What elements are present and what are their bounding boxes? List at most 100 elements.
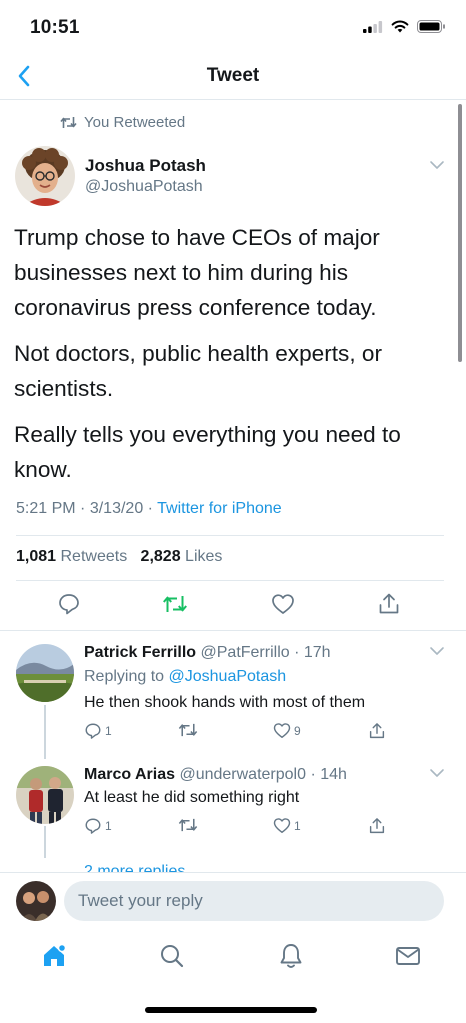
- tweet-time: 5:21 PM: [16, 500, 76, 517]
- retweets-label: Retweets: [60, 548, 128, 565]
- reply-text: At least he did something right: [84, 789, 300, 806]
- author-name[interactable]: Joshua Potash: [85, 156, 206, 176]
- tab-bar: [0, 930, 466, 984]
- retweets-count: 1,081: [16, 548, 57, 565]
- meta-separator: ·: [80, 500, 90, 517]
- reply-input[interactable]: [64, 881, 444, 921]
- search-icon: [161, 945, 184, 968]
- reply-avatar[interactable]: [16, 644, 74, 702]
- more-replies-link[interactable]: 2 more replies: [84, 860, 185, 872]
- heart-icon: [272, 594, 294, 614]
- reply-count: 1: [105, 724, 112, 738]
- reply-author-name[interactable]: Patrick Ferrillo: [84, 644, 196, 661]
- retweet-context-label: You Retweeted: [84, 114, 186, 131]
- tweet-meta: 5:21 PM · 3/13/20 · Twitter for iPhone: [16, 500, 282, 518]
- divider: [16, 535, 444, 536]
- tweet-stats: 1,081 Retweets 2,828 Likes: [16, 548, 222, 566]
- battery-icon: [417, 20, 445, 33]
- retweet-icon: [178, 818, 198, 832]
- tweet-actions: [0, 590, 466, 620]
- like-count: 9: [294, 723, 301, 738]
- like-button[interactable]: [269, 590, 297, 618]
- share-button[interactable]: [368, 722, 386, 740]
- retweet-button[interactable]: [178, 817, 201, 833]
- reply-avatar[interactable]: [16, 766, 74, 824]
- replying-to: Replying to @JoshuaPotash: [84, 668, 286, 686]
- share-icon: [379, 593, 399, 614]
- like-button[interactable]: 9: [273, 722, 301, 739]
- retweet-icon: [178, 723, 198, 737]
- reply-options-button[interactable]: [428, 766, 446, 784]
- tweet-paragraph: Not doctors, public health experts, or s…: [14, 341, 382, 401]
- reply-dot: ·: [289, 644, 304, 661]
- reply-actions: 1 1: [84, 817, 394, 841]
- tab-messages[interactable]: [394, 942, 422, 970]
- retweet-context: You Retweeted: [60, 114, 185, 131]
- wifi-icon: [391, 20, 409, 33]
- reply-dot: ·: [306, 766, 321, 783]
- status-bar: 10:51: [0, 0, 466, 52]
- reply-icon: [59, 594, 79, 615]
- reply-time: 14h: [320, 766, 347, 783]
- author-handle[interactable]: @JoshuaPotash: [85, 178, 203, 196]
- tab-notifications[interactable]: [277, 942, 305, 970]
- share-button[interactable]: [375, 590, 403, 618]
- divider: [16, 580, 444, 581]
- share-icon: [369, 818, 385, 834]
- replying-to-prefix: Replying to: [84, 668, 165, 685]
- tweet-paragraph: Really tells you everything you need to …: [14, 422, 401, 482]
- chevron-down-icon: [430, 161, 444, 169]
- heart-icon: [273, 723, 291, 738]
- tweet-text: Trump chose to have CEOs of major busine…: [14, 220, 450, 498]
- reply-icon: [85, 723, 101, 739]
- nav-bar: Tweet: [0, 52, 466, 100]
- reply-text: He then shook hands with most of them: [84, 694, 366, 711]
- reply-button[interactable]: 1: [84, 817, 112, 835]
- home-indicator[interactable]: [145, 1007, 317, 1013]
- messages-icon: [396, 947, 420, 965]
- heart-icon: [273, 818, 291, 833]
- retweet-button[interactable]: [161, 590, 189, 618]
- share-button[interactable]: [368, 817, 386, 835]
- tab-search[interactable]: [158, 942, 186, 970]
- like-count: 1: [294, 818, 301, 833]
- home-icon: [44, 943, 67, 966]
- reply-tweet[interactable]: Patrick Ferrillo @PatFerrillo · 17h Repl…: [0, 630, 466, 758]
- like-button[interactable]: 1: [273, 817, 301, 834]
- reply-count: 1: [105, 819, 112, 833]
- chevron-down-icon: [430, 647, 444, 655]
- tweet-paragraph: Trump chose to have CEOs of major busine…: [14, 225, 380, 320]
- chevron-down-icon: [430, 769, 444, 777]
- tab-home[interactable]: [40, 942, 68, 970]
- reply-icon: [85, 818, 101, 834]
- meta-separator: ·: [147, 500, 158, 517]
- author-avatar[interactable]: [15, 146, 75, 206]
- likes-label: Likes: [185, 548, 223, 565]
- reply-composer: [0, 872, 466, 928]
- page-title: Tweet: [206, 65, 260, 86]
- status-time: 10:51: [30, 17, 80, 38]
- user-avatar[interactable]: [16, 881, 56, 921]
- likes-stat[interactable]: 2,828 Likes: [141, 548, 223, 565]
- replying-to-mention[interactable]: @JoshuaPotash: [169, 668, 287, 685]
- retweet-button[interactable]: [178, 722, 201, 738]
- share-icon: [369, 723, 385, 739]
- scroll-indicator[interactable]: [458, 104, 462, 362]
- cellular-signal-icon: [363, 20, 383, 33]
- retweet-icon: [60, 117, 77, 128]
- likes-count: 2,828: [140, 548, 181, 565]
- reply-button[interactable]: [55, 590, 83, 618]
- reply-button[interactable]: 1: [84, 722, 112, 740]
- reply-tweet[interactable]: Marco Arias @underwaterpol0 · 14h At lea…: [0, 758, 466, 858]
- reply-author-handle[interactable]: @PatFerrillo: [201, 644, 290, 661]
- reply-header: Marco Arias @underwaterpol0 · 14h: [84, 766, 347, 784]
- reply-header: Patrick Ferrillo @PatFerrillo · 17h: [84, 644, 331, 662]
- reply-author-handle[interactable]: @underwaterpol0: [179, 766, 306, 783]
- tweet-source-link[interactable]: Twitter for iPhone: [157, 500, 282, 517]
- tweet-options-button[interactable]: [428, 158, 446, 176]
- retweets-stat[interactable]: 1,081 Retweets: [16, 548, 127, 565]
- tweet-date: 3/13/20: [89, 500, 144, 517]
- reply-actions: 1 9: [84, 722, 394, 746]
- reply-options-button[interactable]: [428, 644, 446, 662]
- reply-author-name[interactable]: Marco Arias: [84, 766, 175, 783]
